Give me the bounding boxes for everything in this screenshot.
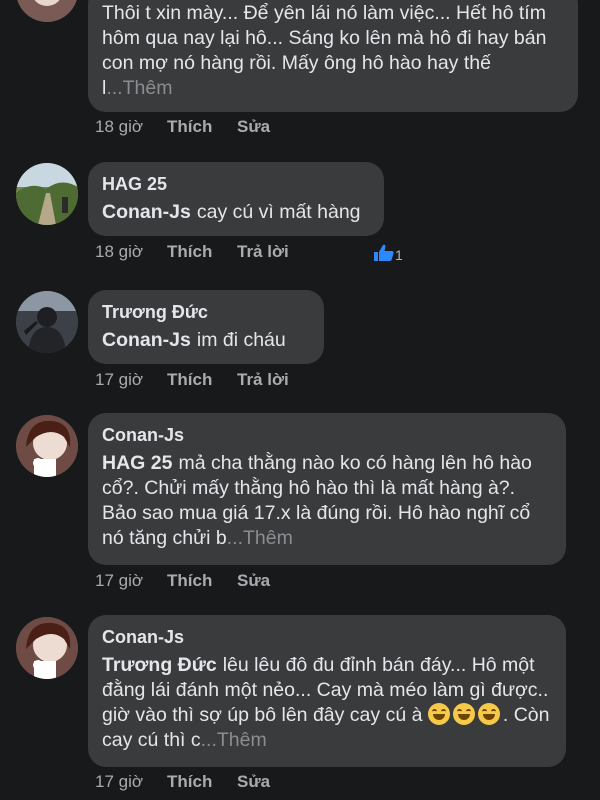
comment-text: Trương Đức lêu lêu đô đu đỉnh bán đáy... … [102,653,552,753]
grinning-face-emoji [427,703,450,725]
comment-feed: Thôi t xin mày... Để yên lái nó làm việc… [0,0,600,800]
comment-bubble: Thôi t xin mày... Để yên lái nó làm việc… [88,0,578,112]
grinning-face-emoji [477,703,500,725]
comment-actions: 17 giờ Thích Trả lời [95,370,289,390]
like-button[interactable]: Thích [167,117,237,137]
comment-actions: 17 giờ Thích Sửa [95,772,270,792]
reaction-count: 1 [395,246,403,263]
reply-button[interactable]: Trả lời [237,242,289,262]
comment-bubble: HAG 25 Conan-Js cay cú vì mất hàng [88,162,384,236]
comment-body: im đi cháu [196,329,286,351]
mention-tag[interactable]: Trương Đức [102,654,217,676]
comment-text: Conan-Js im đi cháu [102,328,310,353]
comment-actions: 18 giờ Thích Trả lời [95,242,289,262]
avatar[interactable] [16,617,78,679]
edit-button[interactable]: Sửa [237,772,270,792]
comment-text: Conan-Js cay cú vì mất hàng [102,200,370,225]
comment-time: 17 giờ [95,571,144,590]
reply-button[interactable]: Trả lời [237,370,289,390]
reaction-summary[interactable]: 1 [373,244,403,265]
see-more-link[interactable]: ...Thêm [106,77,172,99]
mention-tag[interactable]: Conan-Js [102,329,191,351]
comment-time: 17 giờ [95,370,144,389]
comment-body: cay cú vì mất hàng [196,201,361,223]
comment-actions: 17 giờ Thích Sửa [95,571,270,591]
like-button[interactable]: Thích [167,772,237,792]
grinning-face-emoji [452,703,475,725]
avatar[interactable] [16,415,78,477]
comment-text: Thôi t xin mày... Để yên lái nó làm việc… [102,1,564,101]
comment-time: 18 giờ [95,117,144,136]
comment-actions: 18 giờ Thích Sửa [95,117,270,137]
comment-time: 17 giờ [95,772,144,791]
see-more-link[interactable]: ...Thêm [227,527,293,549]
comment-bubble: Trương Đức Conan-Js im đi cháu [88,290,324,364]
mention-tag[interactable]: Conan-Js [102,201,191,223]
avatar[interactable] [16,0,78,22]
comment-author[interactable]: Trương Đức [102,300,310,324]
like-thumbs-up-icon [373,244,395,265]
comment-bubble: Conan-Js Trương Đức lêu lêu đô đu đỉnh bá… [88,615,566,767]
edit-button[interactable]: Sửa [237,571,270,591]
avatar[interactable] [16,291,78,353]
comment-bubble: Conan-Js HAG 25 mả cha thằng nào ko có hà… [88,413,566,565]
like-button[interactable]: Thích [167,242,237,262]
comment-text: HAG 25 mả cha thằng nào ko có hàng lên hô… [102,451,552,551]
comment-author[interactable]: Conan-Js [102,423,552,447]
like-button[interactable]: Thích [167,571,237,591]
avatar[interactable] [16,163,78,225]
comment-author[interactable]: Conan-Js [102,625,552,649]
like-button[interactable]: Thích [167,370,237,390]
comment-author[interactable]: HAG 25 [102,172,370,196]
mention-tag[interactable]: HAG 25 [102,452,172,474]
comment-time: 18 giờ [95,242,144,261]
see-more-link[interactable]: ...Thêm [201,729,267,751]
edit-button[interactable]: Sửa [237,117,270,137]
